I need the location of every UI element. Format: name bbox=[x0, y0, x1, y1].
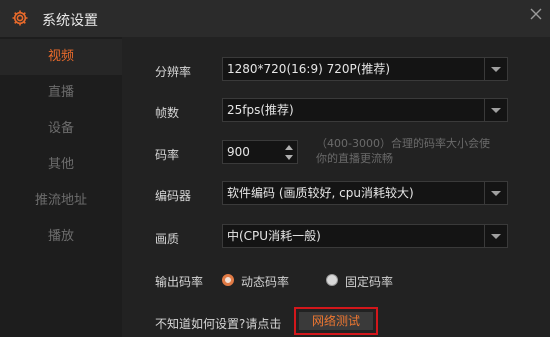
stepper-up-icon[interactable] bbox=[282, 143, 296, 153]
quality-value: 中(CPU消耗一般) bbox=[227, 229, 321, 243]
resolution-label: 分辨率 bbox=[155, 65, 192, 79]
bitrate-hint: （400-3000）合理的码率大小会使你的直播更流畅 bbox=[316, 137, 490, 165]
chevron-down-icon[interactable] bbox=[484, 182, 507, 204]
encoder-value: 软件编码 (画质较好, cpu消耗较大) bbox=[227, 186, 414, 200]
fixed-bitrate-label[interactable]: 固定码率 bbox=[345, 273, 393, 290]
chevron-down-icon[interactable] bbox=[484, 99, 507, 121]
framerate-select[interactable]: 25fps(推荐) bbox=[222, 98, 508, 122]
bitrate-value: 900 bbox=[227, 145, 250, 159]
encoder-select[interactable]: 软件编码 (画质较好, cpu消耗较大) bbox=[222, 181, 508, 205]
title-bar: 系统设置 bbox=[0, 0, 550, 37]
dynamic-bitrate-radio[interactable] bbox=[222, 274, 234, 286]
window-title: 系统设置 bbox=[42, 13, 98, 29]
quality-label: 画质 bbox=[155, 232, 180, 246]
encoder-label: 编码器 bbox=[155, 189, 192, 203]
chevron-down-icon[interactable] bbox=[484, 225, 507, 247]
chevron-down-icon[interactable] bbox=[484, 58, 507, 80]
framerate-value: 25fps(推荐) bbox=[227, 103, 294, 117]
network-test-button[interactable]: 网络测试 bbox=[294, 307, 378, 335]
sidebar-item-live[interactable]: 直播 bbox=[0, 75, 122, 111]
sidebar-item-device[interactable]: 设备 bbox=[0, 111, 122, 147]
bitrate-mode-label: 输出码率 bbox=[155, 275, 204, 289]
sidebar-item-stream-url[interactable]: 推流地址 bbox=[0, 183, 122, 219]
network-test-prompt: 不知道如何设置?请点击 bbox=[155, 317, 282, 331]
settings-panel: 分辨率 1280*720(16:9) 720P(推荐) 帧数 25fps(推荐)… bbox=[122, 37, 550, 337]
close-icon[interactable] bbox=[528, 6, 544, 22]
quality-select[interactable]: 中(CPU消耗一般) bbox=[222, 224, 508, 248]
bitrate-label: 码率 bbox=[155, 148, 180, 162]
sidebar-item-video[interactable]: 视频 bbox=[0, 39, 122, 75]
fixed-bitrate-radio[interactable] bbox=[326, 274, 338, 286]
sidebar-item-playback[interactable]: 播放 bbox=[0, 219, 122, 255]
resolution-select[interactable]: 1280*720(16:9) 720P(推荐) bbox=[222, 57, 508, 81]
framerate-label: 帧数 bbox=[155, 106, 180, 120]
network-test-label[interactable]: 网络测试 bbox=[299, 312, 373, 330]
resolution-value: 1280*720(16:9) 720P(推荐) bbox=[227, 62, 391, 76]
stepper-down-icon[interactable] bbox=[282, 153, 296, 163]
sidebar-item-other[interactable]: 其他 bbox=[0, 147, 122, 183]
dynamic-bitrate-label[interactable]: 动态码率 bbox=[241, 273, 289, 290]
sidebar: 视频 直播 设备 其他 推流地址 播放 bbox=[0, 37, 122, 337]
gear-icon bbox=[12, 10, 28, 26]
